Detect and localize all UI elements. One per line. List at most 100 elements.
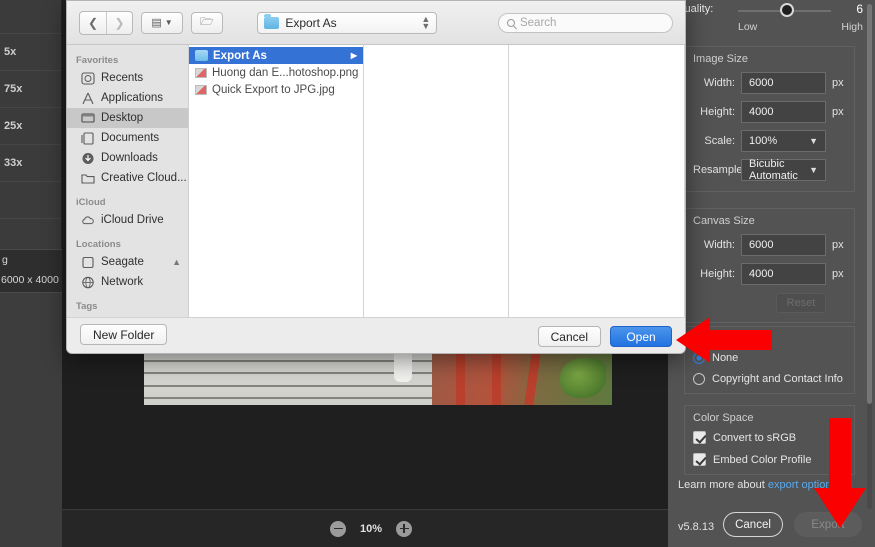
canvas-size-section: Canvas Size Width: 6000 px Height: 4000 … xyxy=(684,208,855,323)
new-folder-button[interactable]: New Folder xyxy=(80,324,167,345)
documents-icon xyxy=(81,132,95,145)
chevron-right-icon[interactable]: ❯ xyxy=(106,12,132,34)
version-label: v5.8.13 xyxy=(678,521,714,533)
radio-copyright-icon[interactable] xyxy=(693,373,705,385)
image-width-input[interactable]: 6000 xyxy=(741,72,826,94)
image-file-icon xyxy=(195,85,207,95)
canvas-width-row[interactable]: Width: 6000 px xyxy=(693,234,846,256)
image-resample-row[interactable]: Resample: Bicubic Automatic ▼ xyxy=(693,159,846,181)
network-globe-icon xyxy=(81,276,95,289)
desktop-icon xyxy=(81,112,95,125)
checkbox-convert-srgb-icon[interactable] xyxy=(693,431,706,444)
preset-row[interactable] xyxy=(0,0,61,34)
quality-control[interactable]: Quality: 6 Low High xyxy=(676,2,863,38)
view-mode-button[interactable]: ▤ ▼ xyxy=(141,12,183,34)
macos-open-dialog: ❮ ❯ ▤ ▼ 🗁 Export As ▲▼ Search xyxy=(66,0,686,354)
sidebar-item-documents[interactable]: Documents xyxy=(67,128,188,148)
reset-button[interactable]: Reset xyxy=(776,293,826,313)
sidebar-item-icloud-drive[interactable]: iCloud Drive xyxy=(67,210,188,230)
sidebar-item-label: Network xyxy=(101,276,143,288)
image-height-row[interactable]: Height: 4000 px xyxy=(693,101,846,123)
file-row-huong-dan[interactable]: Huong dan E...hotoshop.png xyxy=(189,64,363,81)
preview-railing-region xyxy=(432,352,612,405)
sidebar-item-tag-red[interactable]: Red xyxy=(67,314,188,317)
metadata-copyright-label: Copyright and Contact Info xyxy=(712,373,843,385)
stepper-icon[interactable]: ▲▼ xyxy=(421,16,430,30)
file-column-1[interactable]: Export As ▶ Huong dan E...hotoshop.png Q… xyxy=(189,45,364,317)
canvas-width-input[interactable]: 6000 xyxy=(741,234,826,256)
quality-slider-knob[interactable] xyxy=(780,3,794,17)
file-row-export-as[interactable]: Export As ▶ xyxy=(189,47,363,64)
sidebar-item-label: Creative Cloud... xyxy=(101,172,187,184)
canvas-height-input[interactable]: 4000 xyxy=(741,263,826,285)
image-width-row[interactable]: Width: 6000 px xyxy=(693,72,846,94)
canvas-height-row[interactable]: Height: 4000 px xyxy=(693,263,846,285)
export-cancel-button[interactable]: Cancel xyxy=(723,512,783,537)
dialog-sidebar[interactable]: Favorites Recents Applications xyxy=(67,45,189,317)
metadata-copyright-row[interactable]: Copyright and Contact Info xyxy=(693,373,846,385)
applications-icon xyxy=(81,92,95,105)
sidebar-item-downloads[interactable]: Downloads xyxy=(67,148,188,168)
image-scale-select[interactable]: 100% ▼ xyxy=(741,130,826,152)
dialog-cancel-button[interactable]: Cancel xyxy=(538,326,601,347)
folder-icon xyxy=(264,17,279,29)
new-folder-toolbar-button[interactable]: 🗁 xyxy=(191,12,223,34)
panel-scrollbar-thumb[interactable] xyxy=(867,4,872,404)
export-preset-strip[interactable]: 5x 75x 25x 33x g 6000 x 4000 xyxy=(0,0,62,547)
image-file-icon xyxy=(195,68,207,78)
sidebar-item-label: iCloud Drive xyxy=(101,214,164,226)
sidebar-item-label: Desktop xyxy=(101,112,143,124)
eject-icon[interactable]: ▲ xyxy=(172,257,181,267)
sidebar-item-label: Seagate xyxy=(101,256,144,268)
location-popup-label: Export As xyxy=(285,16,336,30)
file-column-3[interactable] xyxy=(509,45,685,317)
file-name: Quick Export to JPG.jpg xyxy=(212,84,335,96)
checkbox-embed-profile-icon[interactable] xyxy=(693,453,706,466)
sidebar-item-label: Recents xyxy=(101,72,143,84)
zoom-out-icon[interactable] xyxy=(330,521,346,537)
search-field[interactable]: Search xyxy=(498,13,673,33)
file-row-quick-export[interactable]: Quick Export to JPG.jpg xyxy=(189,81,363,98)
image-resample-select[interactable]: Bicubic Automatic ▼ xyxy=(741,159,826,181)
canvas-width-label: Width: xyxy=(693,239,741,251)
preset-row-5x[interactable]: 5x xyxy=(0,34,61,71)
image-scale-row[interactable]: Scale: 100% ▼ xyxy=(693,130,846,152)
dialog-footer: New Folder Cancel Open xyxy=(67,317,685,354)
image-resample-label: Resample: xyxy=(693,164,741,176)
sidebar-item-desktop[interactable]: Desktop xyxy=(67,108,188,128)
sidebar-item-recents[interactable]: Recents xyxy=(67,68,188,88)
image-size-section: Image Size Width: 6000 px Height: 4000 p… xyxy=(684,46,855,192)
file-column-2[interactable] xyxy=(364,45,509,317)
preset-row-blank-1[interactable] xyxy=(0,182,61,219)
chevron-down-icon: ▼ xyxy=(165,18,173,27)
preset-row-75x[interactable]: 75x xyxy=(0,71,61,108)
image-height-input[interactable]: 4000 xyxy=(741,101,826,123)
nav-segmented-control[interactable]: ❮ ❯ xyxy=(79,11,133,35)
sidebar-item-label: Downloads xyxy=(101,152,158,164)
document-preset-summary[interactable]: g 6000 x 4000 xyxy=(0,249,62,293)
preset-label: 33x xyxy=(4,157,22,169)
zoom-in-icon[interactable] xyxy=(396,521,412,537)
location-popup-button[interactable]: Export As ▲▼ xyxy=(257,12,437,34)
preset-row-33x[interactable]: 33x xyxy=(0,145,61,182)
sidebar-item-creative-cloud[interactable]: Creative Cloud... xyxy=(67,168,188,188)
sidebar-group-tags: Tags xyxy=(67,292,188,314)
image-resample-value: Bicubic Automatic xyxy=(749,158,809,182)
chevron-right-icon: ▶ xyxy=(351,51,357,60)
chevron-left-icon[interactable]: ❮ xyxy=(80,12,106,34)
column-browser: Export As ▶ Huong dan E...hotoshop.png Q… xyxy=(189,45,685,317)
quality-high-label: High xyxy=(841,21,863,33)
dialog-open-button[interactable]: Open xyxy=(610,326,672,347)
file-name: Export As xyxy=(213,50,267,62)
document-dimensions: 6000 x 4000 xyxy=(1,274,59,286)
sidebar-item-network[interactable]: Network xyxy=(67,272,188,292)
preset-row-25x[interactable]: 25x xyxy=(0,108,61,145)
image-size-title: Image Size xyxy=(693,53,846,65)
folder-icon xyxy=(81,172,95,185)
sidebar-item-seagate[interactable]: Seagate ▲ xyxy=(67,252,188,272)
clock-disk-icon xyxy=(81,72,95,85)
sidebar-group-favorites: Favorites xyxy=(67,52,188,68)
sidebar-item-applications[interactable]: Applications xyxy=(67,88,188,108)
preset-label: 25x xyxy=(4,120,22,132)
quality-value: 6 xyxy=(856,2,863,16)
